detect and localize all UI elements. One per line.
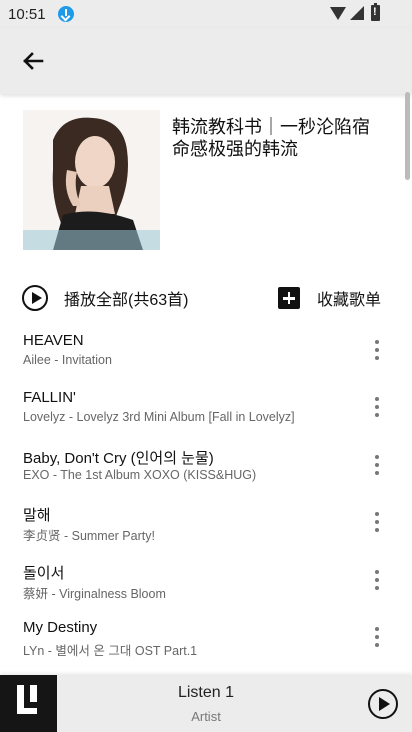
mini-player[interactable]: Listen 1 Artist <box>0 675 412 732</box>
download-icon <box>58 6 74 22</box>
now-playing-title: Listen 1 <box>177 684 235 701</box>
app-logo-icon <box>0 675 57 732</box>
song-title: 말해 <box>23 507 51 525</box>
more-options-button[interactable] <box>370 340 384 362</box>
play-all-label: 播放全部(共63首) <box>64 292 189 309</box>
song-item[interactable]: FALLIN' Lovelyz - Lovelyz 3rd Mini Album… <box>0 379 412 436</box>
collect-playlist-label: 收藏歌单 <box>317 292 382 309</box>
add-box-icon <box>278 287 300 309</box>
song-item[interactable]: HEAVEN Ailee - Invitation <box>0 322 412 379</box>
more-options-button[interactable] <box>370 512 384 534</box>
song-subtitle: Ailee - Invitation <box>23 353 112 367</box>
playlist-cover-image <box>23 110 160 250</box>
song-list: HEAVEN Ailee - Invitation FALLIN' Lovely… <box>0 322 412 666</box>
song-title: 돌이서 <box>23 564 65 582</box>
more-options-button[interactable] <box>370 397 384 419</box>
song-subtitle: EXO - The 1st Album XOXO (KISS&HUG) <box>23 467 257 482</box>
song-item[interactable]: 말해 李贞贤 - Summer Party! <box>0 494 412 551</box>
more-options-button[interactable] <box>370 626 384 649</box>
back-button[interactable] <box>16 44 50 78</box>
playlist-title: 韩流教科书｜一秒沦陷宿命感极强的韩流 <box>172 117 370 159</box>
song-item[interactable]: 돌이서 蔡妍 - Virginalness Bloom <box>0 552 412 609</box>
song-title: My Destiny <box>23 618 98 636</box>
status-time: 10:51 <box>8 6 46 23</box>
song-title: Baby, Don't Cry (인어의 눈물) <box>23 449 214 467</box>
song-subtitle: 蔡妍 - Virginalness Bloom <box>23 586 166 601</box>
scrollbar[interactable] <box>405 92 410 180</box>
song-item[interactable]: My Destiny LYn - 별에서 온 그대 OST Part.1 <box>0 609 412 666</box>
song-subtitle: 李贞贤 - Summer Party! <box>23 529 155 544</box>
play-circle-icon <box>22 285 48 311</box>
song-title: HEAVEN <box>23 332 84 349</box>
arrow-left-icon <box>23 52 44 70</box>
more-options-button[interactable] <box>370 569 384 592</box>
wifi-icon <box>330 7 346 20</box>
status-bar: 10:51 <box>0 0 412 28</box>
song-subtitle: Lovelyz - Lovelyz 3rd Mini Album [Fall i… <box>23 410 295 425</box>
song-item[interactable]: Baby, Don't Cry (인어의 눈물) EXO - The 1st A… <box>0 437 412 494</box>
song-subtitle: LYn - 별에서 온 그대 OST Part.1 <box>23 643 198 658</box>
play-button[interactable] <box>368 689 398 719</box>
more-options-button[interactable] <box>370 454 384 477</box>
now-playing-artist: Artist <box>191 709 221 724</box>
signal-icon <box>350 6 364 20</box>
play-all-button[interactable]: 播放全部(共63首) <box>22 284 188 312</box>
song-title: FALLIN' <box>23 389 76 407</box>
battery-icon <box>371 3 380 21</box>
collect-playlist-button[interactable]: 收藏歌单 <box>278 285 381 311</box>
toolbar <box>0 28 412 94</box>
